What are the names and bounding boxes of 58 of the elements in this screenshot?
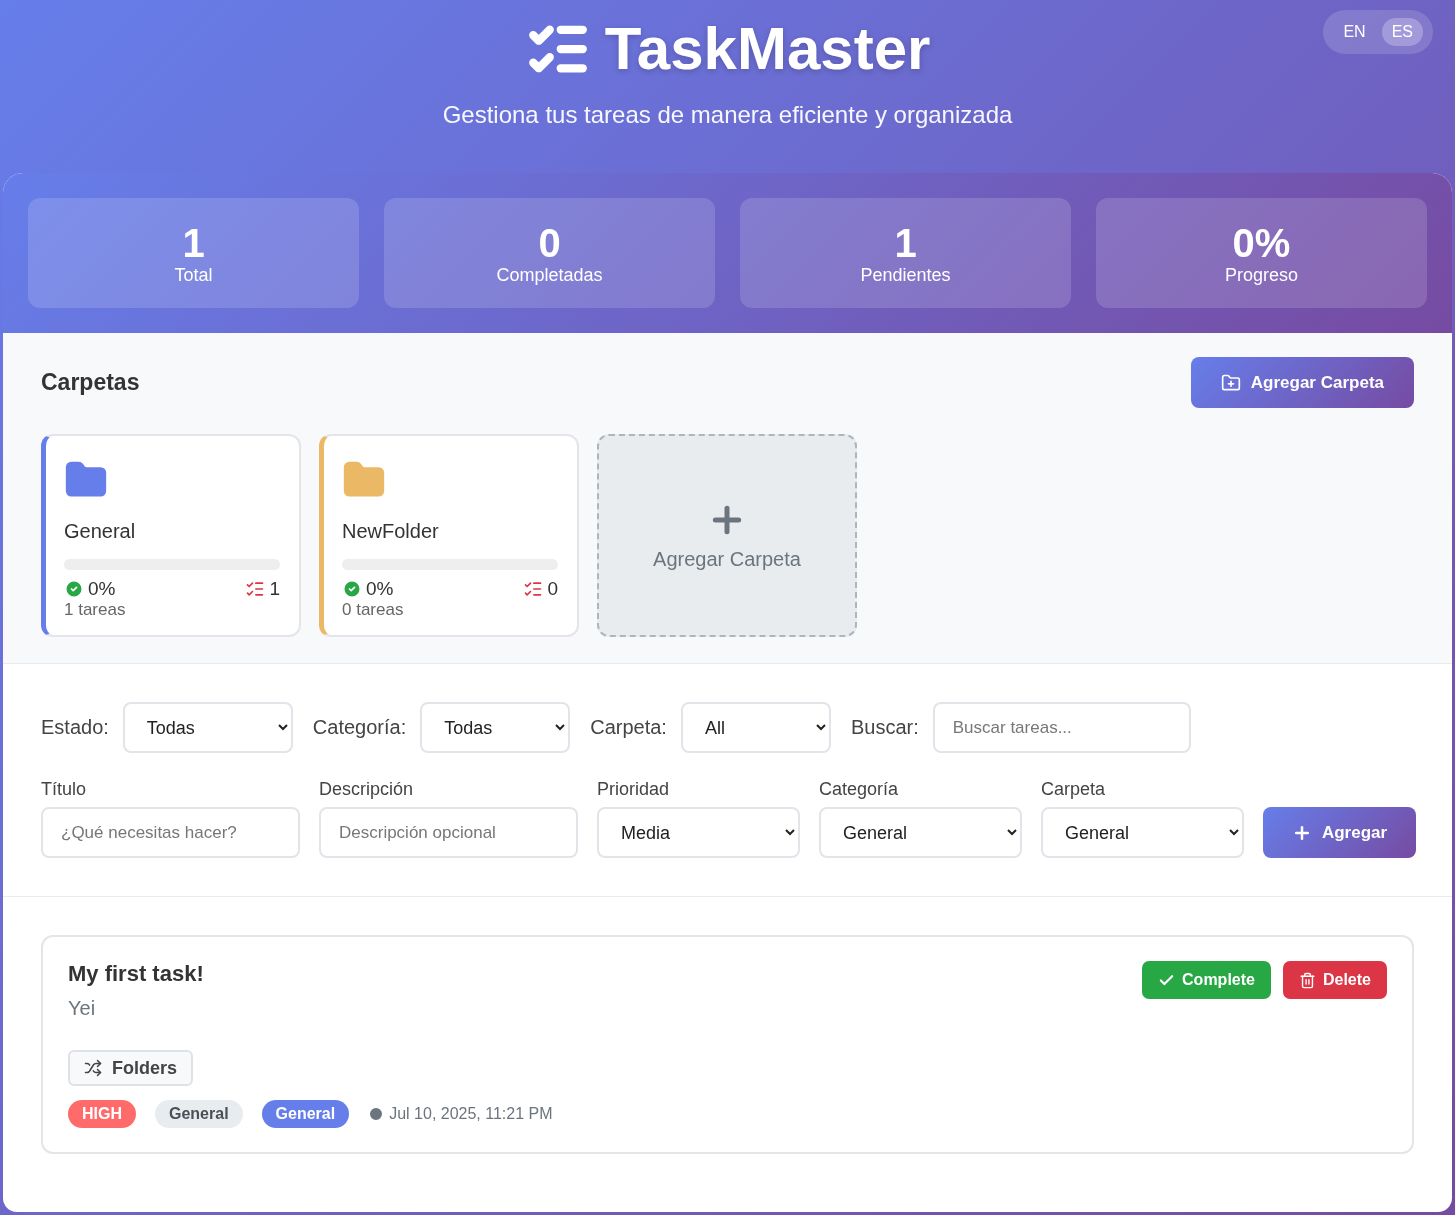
filter-label: Estado: (41, 716, 109, 739)
stat-label: Pendientes (860, 264, 951, 286)
check-circle-icon (64, 579, 84, 599)
shuffle-icon (84, 1059, 102, 1077)
dropdown[interactable]: General (819, 807, 1022, 858)
add-folder-tile[interactable]: Agregar Carpeta (597, 434, 857, 637)
filter-label: Categoría: (312, 716, 407, 739)
delete-button[interactable]: Delete (1282, 961, 1387, 999)
checklist-icon (245, 579, 266, 599)
folder-name: NewFolder (342, 520, 440, 543)
folder-plus-icon (1220, 372, 1241, 393)
stat-label: Progreso (1224, 264, 1298, 286)
folder-count: 0 (547, 578, 558, 600)
app-title: TaskMaster (604, 14, 931, 83)
task-description: Yei (68, 997, 97, 1020)
dropdown[interactable]: Todas (122, 702, 293, 753)
folder-count: 1 (269, 578, 280, 600)
stat-value: 1 (182, 220, 205, 265)
section-title: Carpetas (41, 369, 140, 396)
folder-task-count: 1 tareas (64, 600, 127, 620)
filter-label: Buscar: (850, 716, 919, 739)
check-circle-icon (342, 579, 362, 599)
folder-card[interactable]: NewFolder 0% 0 0 tareas (319, 434, 579, 637)
app-subtitle: Gestiona tus tareas de manera eficiente y organizada (442, 101, 1013, 129)
text-field[interactable]: Buscar tareas... (932, 702, 1191, 753)
tag: HIGH (68, 1100, 136, 1128)
stat-label: Completadas (496, 264, 603, 286)
tag: General (261, 1100, 350, 1128)
field-label: Título (41, 779, 88, 800)
folder-task-count: 0 tareas (342, 600, 405, 620)
add-folder-button[interactable]: Agregar Carpeta (1190, 357, 1414, 408)
folder-card[interactable]: General 0% 1 1 tareas (41, 434, 301, 637)
task-title: My first task! (68, 961, 205, 987)
field-label: Descripción (319, 779, 415, 800)
dropdown[interactable]: All (680, 702, 831, 753)
text-field[interactable]: Descripción opcional (319, 807, 578, 858)
stat-value: 0 (538, 220, 561, 265)
stat-value: 1 (894, 220, 917, 265)
folders-button[interactable]: Folders (68, 1050, 193, 1086)
folder-name: General (64, 520, 137, 543)
folder-percent: 0% (88, 578, 116, 600)
tag: General (155, 1100, 243, 1128)
checklist-icon (523, 579, 544, 599)
field-label: Prioridad (597, 779, 671, 800)
task-date: Jul 10, 2025, 11:21 PM (368, 1105, 553, 1123)
language-button[interactable]: EN (1333, 18, 1376, 46)
dropdown[interactable]: Media (597, 807, 800, 858)
trash-icon (1298, 971, 1316, 989)
add-task-button[interactable]: Agregar (1263, 807, 1416, 858)
stat-value: 0% (1232, 220, 1291, 265)
folder-percent: 0% (366, 578, 394, 600)
dropdown[interactable]: Todas (420, 702, 571, 753)
field-label: Categoría (819, 779, 900, 800)
filter-label: Carpeta: (590, 716, 667, 739)
stat-label: Total (174, 264, 213, 286)
dropdown[interactable]: General (1041, 807, 1244, 858)
text-field[interactable]: ¿Qué necesitas hacer? (41, 807, 300, 858)
field-label: Carpeta (1041, 779, 1107, 800)
